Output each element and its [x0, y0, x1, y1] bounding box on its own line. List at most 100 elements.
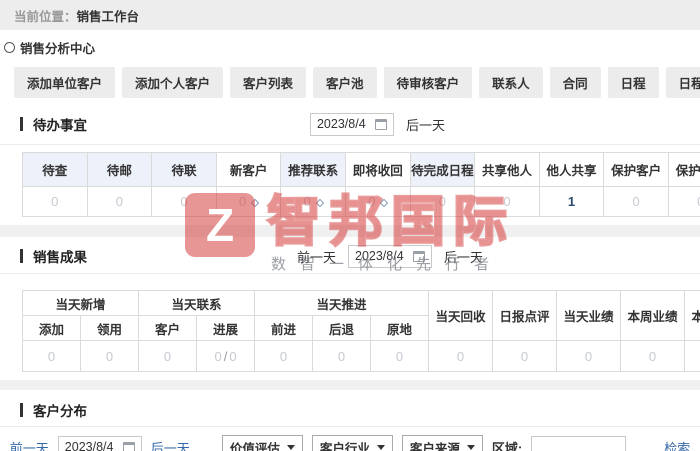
value-cell: 0	[138, 340, 197, 372]
col-pending-mail: 待邮	[86, 152, 153, 187]
progress-total: 0	[229, 348, 237, 364]
breadcrumb-bar: 当前位置： 销售工作台	[0, 0, 700, 30]
chevron-down-icon	[376, 444, 385, 450]
todo-card: 销售分析中心 添加单位客户 添加个人客户 客户列表 客户池 待审核客户 联系人 …	[0, 30, 700, 225]
value-cell: 0	[344, 186, 411, 217]
subcol-customer: 客户	[138, 315, 197, 341]
col-unfinished-schedule: 待完成日程	[409, 152, 476, 187]
divider	[0, 144, 700, 145]
diamond-action-icon[interactable]	[250, 198, 260, 208]
value-cell: 0	[603, 186, 669, 217]
distribution-section-head: 客户分布	[0, 390, 700, 422]
region-input[interactable]	[531, 436, 627, 451]
results-section-head: 销售成果 前一天 后一天	[0, 237, 700, 269]
divider	[0, 426, 700, 427]
value-cell: 0	[86, 186, 153, 217]
tab-schedule-management[interactable]: 日程管理	[665, 67, 700, 98]
value-cell: 0	[22, 186, 88, 217]
distribution-section-title: 客户分布	[0, 400, 87, 420]
diamond-action-icon[interactable]	[380, 198, 389, 208]
progress-cell: 0/0	[196, 340, 255, 372]
col-shared-by-others: 他人共享	[538, 152, 605, 187]
breadcrumb-label: 当前位置：	[14, 9, 77, 24]
select-label: 客户行业	[319, 441, 370, 451]
value-cell: 0	[474, 186, 540, 217]
distribution-card: 客户分布 前一天 后一天 价值评估 客户行业 客户来源 区域: 检索 客户分类	[0, 390, 700, 451]
distribution-date-input[interactable]	[64, 440, 117, 451]
tab-strip: 添加单位客户 添加个人客户 客户列表 客户池 待审核客户 联系人 合同 日程 日…	[0, 61, 700, 108]
calendar-icon[interactable]	[374, 118, 387, 130]
results-date-picker[interactable]	[348, 244, 432, 268]
group-today-added: 当天新增	[22, 290, 139, 316]
todo-section-head: 待办事宜 后一天	[0, 108, 700, 140]
value-cell: 0	[280, 186, 346, 217]
col-pending-check: 待查	[22, 152, 88, 187]
value-assessment-select[interactable]: 价值评估	[221, 435, 303, 451]
distribution-title-text: 客户分布	[33, 404, 87, 419]
tab-customer-pool[interactable]: 客户池	[313, 67, 377, 98]
tab-add-personal-customer[interactable]: 添加个人客户	[122, 67, 224, 98]
tab-contracts[interactable]: 合同	[549, 67, 601, 98]
col-month-performance: 本月业绩	[684, 290, 700, 341]
value-cell: 0	[80, 340, 139, 372]
col-protected-customer: 保护客户	[603, 152, 669, 187]
customer-industry-select[interactable]: 客户行业	[311, 435, 393, 451]
diamond-action-icon[interactable]	[315, 198, 325, 208]
calendar-icon[interactable]	[413, 250, 425, 262]
title-bar-icon	[20, 403, 23, 417]
distribution-date-picker[interactable]	[57, 435, 142, 451]
radio-icon[interactable]	[4, 42, 15, 53]
value-cell-highlighted[interactable]: 1	[538, 186, 605, 217]
subcol-forward: 前进	[254, 315, 313, 341]
col-new-customer: 新客户	[215, 152, 282, 187]
select-label: 价值评估	[229, 441, 280, 451]
value-cell: 0	[22, 340, 81, 372]
results-prev-day-link[interactable]: 前一天	[297, 247, 336, 266]
distribution-next-day-link[interactable]: 后一天	[151, 438, 190, 451]
analysis-center-row: 销售分析中心	[0, 30, 700, 61]
value-cell: 0	[312, 340, 371, 372]
tab-contacts[interactable]: 联系人	[479, 67, 543, 98]
divider	[0, 273, 700, 274]
chevron-down-icon	[466, 444, 475, 450]
col-to-be-recycled: 即将收回	[344, 152, 411, 187]
region-label: 区域:	[491, 440, 523, 451]
results-card: 销售成果 前一天 后一天 当天新增 当天联系 当天推进 当天回收 日报点评 当天…	[0, 237, 700, 380]
value-cell: 0	[215, 186, 282, 217]
results-table: 当天新增 当天联系 当天推进 当天回收 日报点评 当天业绩 本周业绩 本月业绩 …	[22, 290, 700, 372]
tab-pending-review-customer[interactable]: 待审核客户	[383, 67, 473, 98]
search-link[interactable]: 检索	[664, 438, 690, 451]
value-cell: 0	[370, 340, 429, 372]
todo-next-day-link[interactable]: 后一天	[406, 115, 445, 134]
calendar-icon[interactable]	[122, 441, 135, 451]
col-week-performance: 本周业绩	[620, 290, 685, 341]
value-cell: 0	[556, 340, 621, 372]
results-date-input[interactable]	[355, 249, 407, 263]
todo-value-row: 0 0 0 0 0 0 0 0 1 0 0	[22, 186, 700, 217]
results-group-header-row: 当天新增 当天联系 当天推进 当天回收 日报点评 当天业绩 本周业绩 本月业绩	[22, 290, 700, 341]
select-label: 客户来源	[409, 441, 460, 451]
distribution-controls: 前一天 后一天 价值评估 客户行业 客户来源 区域: 检索	[0, 429, 700, 451]
value-cell: 0	[254, 340, 313, 372]
subcol-progress: 进展	[196, 315, 255, 341]
col-pending-contact: 待联	[151, 152, 217, 187]
customer-source-select[interactable]: 客户来源	[401, 435, 483, 451]
page-title: 销售工作台	[76, 9, 140, 24]
value-cell: 0	[684, 340, 700, 372]
col-daily-report-review: 日报点评	[492, 290, 557, 341]
todo-table: 待查 待邮 待联 新客户 推荐联系 即将收回 待完成日程 共享他人 他人共享 保…	[22, 152, 700, 217]
col-recommended-contact: 推荐联系	[280, 152, 346, 187]
todo-date-picker[interactable]	[309, 112, 394, 136]
tab-add-company-customer[interactable]: 添加单位客户	[14, 67, 116, 98]
distribution-prev-day-link[interactable]: 前一天	[10, 438, 49, 451]
tab-schedule[interactable]: 日程	[607, 67, 659, 98]
tab-customer-list[interactable]: 客户列表	[230, 67, 307, 98]
value-cell: 0	[409, 186, 476, 217]
results-next-day-link[interactable]: 后一天	[444, 247, 483, 266]
col-protection-expire: 保护到期	[667, 152, 700, 187]
results-date-controls: 前一天 后一天	[0, 244, 700, 268]
todo-date-input[interactable]	[316, 117, 369, 131]
value-cell: 0	[428, 340, 493, 372]
group-today-advanced: 当天推进	[254, 290, 429, 316]
